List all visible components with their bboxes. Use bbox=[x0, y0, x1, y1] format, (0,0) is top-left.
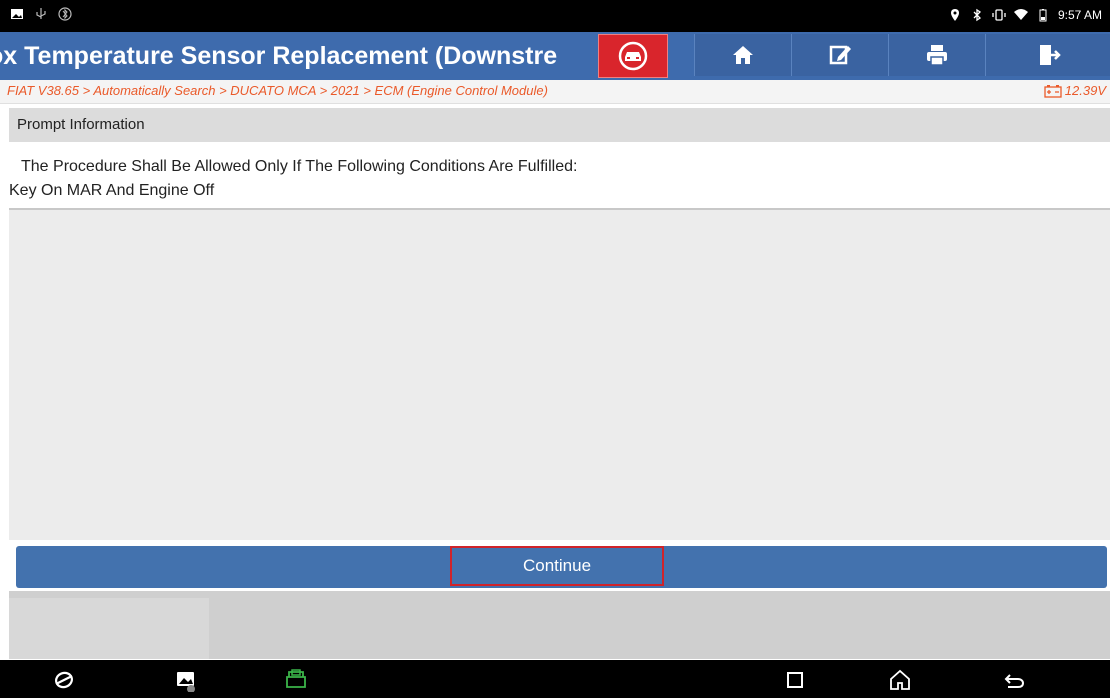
car-battery-icon bbox=[1044, 84, 1062, 98]
car-diagnosis-button[interactable] bbox=[598, 34, 668, 78]
vibrate-icon bbox=[992, 9, 1006, 21]
exit-icon bbox=[1039, 45, 1061, 65]
continue-button[interactable]: Continue bbox=[450, 546, 664, 586]
report-edit-button[interactable] bbox=[791, 34, 888, 76]
browser-icon[interactable] bbox=[52, 668, 76, 692]
bluetooth-scan-icon bbox=[58, 7, 72, 21]
prompt-header: Prompt Information bbox=[9, 108, 1110, 142]
vci-icon[interactable] bbox=[284, 668, 308, 692]
page-title: ox Temperature Sensor Replacement (Downs… bbox=[0, 42, 558, 70]
action-bar: Continue bbox=[16, 546, 1107, 588]
gallery-icon bbox=[11, 9, 23, 19]
battery-icon bbox=[1039, 9, 1047, 22]
back-icon[interactable] bbox=[1002, 668, 1026, 692]
edit-icon bbox=[829, 45, 851, 65]
usb-icon bbox=[36, 8, 46, 19]
navigation-bar bbox=[0, 660, 1110, 698]
prompt-message-line-1: The Procedure Shall Be Allowed Only If T… bbox=[21, 158, 578, 175]
battery-voltage: 12.39V bbox=[1044, 83, 1106, 98]
exit-button[interactable] bbox=[985, 34, 1110, 76]
car-icon bbox=[618, 41, 648, 71]
title-bar: ox Temperature Sensor Replacement (Downs… bbox=[0, 32, 1110, 80]
prompt-message-line-2: Key On MAR And Engine Off bbox=[9, 182, 215, 199]
prompt-message: The Procedure Shall Be Allowed Only If T… bbox=[9, 148, 1110, 210]
voltage-value: 12.39V bbox=[1064, 83, 1106, 98]
status-time: 9:57 AM bbox=[1057, 8, 1102, 22]
recents-icon[interactable] bbox=[783, 668, 807, 692]
print-icon bbox=[927, 45, 947, 66]
bluetooth-icon bbox=[973, 8, 981, 22]
prompt-header-label: Prompt Information bbox=[17, 116, 145, 133]
home-icon[interactable] bbox=[888, 668, 912, 692]
status-bar: 9:57 AM bbox=[0, 0, 1110, 32]
home-icon bbox=[733, 46, 753, 64]
bottom-panel bbox=[9, 591, 1110, 659]
print-button[interactable] bbox=[888, 34, 985, 76]
home-button[interactable] bbox=[694, 34, 791, 76]
bottom-panel-left bbox=[9, 598, 209, 659]
wifi-icon bbox=[1013, 9, 1028, 20]
breadcrumb: FIAT V38.65 > Automatically Search > DUC… bbox=[0, 80, 1110, 104]
gallery-icon[interactable] bbox=[174, 668, 198, 692]
location-icon bbox=[950, 9, 959, 21]
breadcrumb-path: FIAT V38.65 > Automatically Search > DUC… bbox=[7, 83, 548, 98]
content-area bbox=[9, 210, 1110, 540]
